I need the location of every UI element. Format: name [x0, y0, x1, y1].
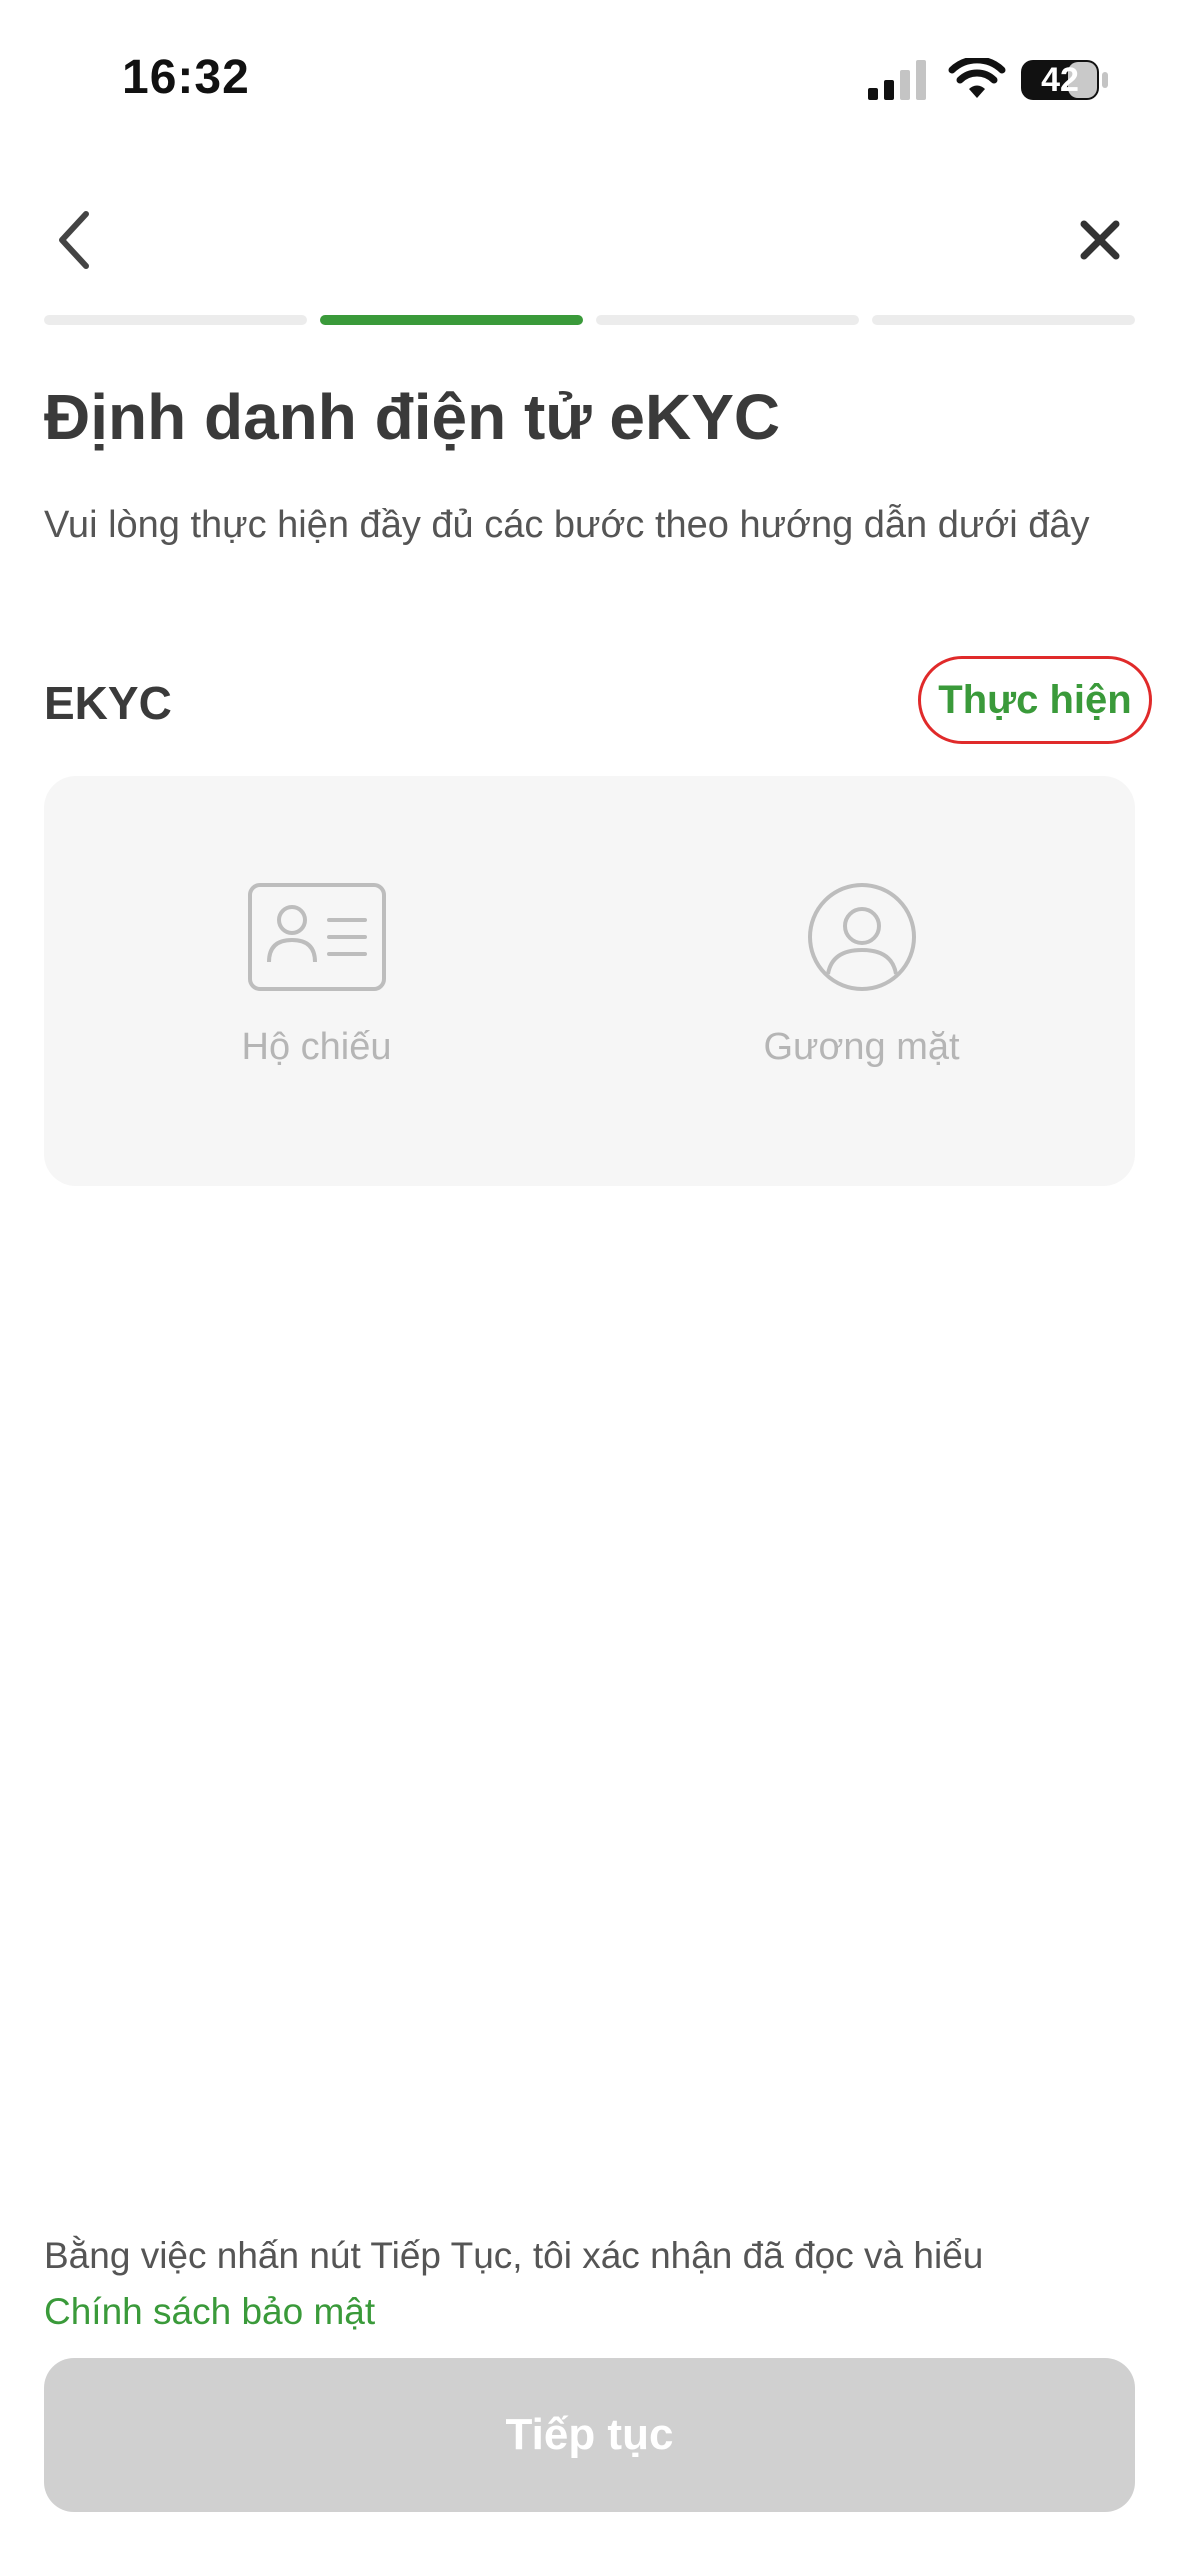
progress-step-3	[596, 315, 859, 325]
face-user-icon	[807, 883, 916, 991]
back-button[interactable]	[44, 200, 104, 280]
close-icon	[1080, 220, 1120, 260]
id-card-icon	[247, 883, 386, 991]
page-subtitle: Vui lòng thực hiện đầy đủ các bước theo …	[44, 504, 1090, 546]
progress-step-1	[44, 315, 307, 325]
continue-button[interactable]: Tiếp tục	[44, 2358, 1135, 2512]
battery-icon: 42	[1020, 58, 1110, 102]
close-button[interactable]	[1070, 210, 1130, 270]
status-time: 16:32	[122, 51, 250, 104]
battery-level: 42	[1041, 61, 1079, 99]
ekyc-section-label: EKYC	[44, 677, 172, 729]
progress-step-4	[872, 315, 1135, 325]
ekyc-steps-card: Hộ chiếu Gương mặt	[44, 776, 1135, 1186]
passport-step-label: Hộ chiếu	[241, 1026, 392, 1068]
wifi-icon	[948, 58, 1006, 98]
face-step: Gương mặt	[589, 776, 1134, 1186]
consent-text: Bằng việc nhấn nút Tiếp Tục, tôi xác nhậ…	[44, 2228, 1144, 2340]
passport-step: Hộ chiếu	[44, 776, 589, 1186]
signal-icon	[868, 60, 926, 100]
chevron-left-icon	[59, 211, 89, 269]
consent-statement: Bằng việc nhấn nút Tiếp Tục, tôi xác nhậ…	[44, 2235, 984, 2276]
progress-step-2	[320, 315, 583, 325]
page-title: Định danh điện tử eKYC	[44, 381, 781, 453]
step-progress	[44, 315, 1135, 325]
face-step-label: Gương mặt	[763, 1026, 960, 1068]
privacy-policy-link[interactable]: Chính sách bảo mật	[44, 2291, 375, 2332]
perform-ekyc-link[interactable]: Thực hiện	[918, 656, 1152, 744]
